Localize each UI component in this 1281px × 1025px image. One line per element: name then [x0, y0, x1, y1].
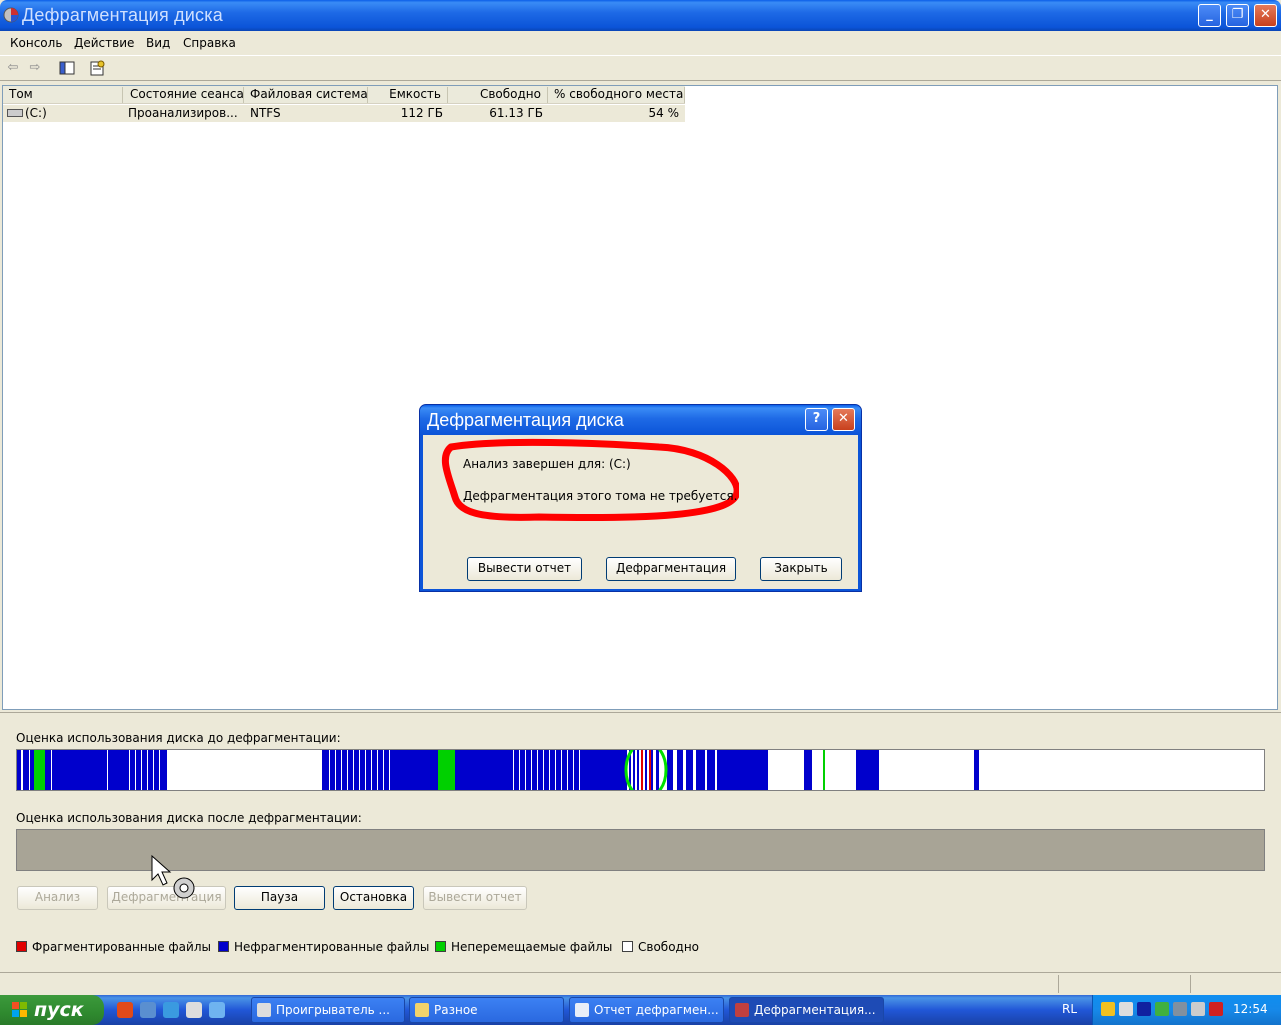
defrag-app-icon	[735, 1003, 749, 1017]
col-filesystem[interactable]: Файловая система	[244, 87, 368, 103]
volume-free-percent: 54 %	[648, 106, 680, 120]
legend-unmovable-label: Неперемещаемые файлы	[451, 940, 613, 954]
status-divider	[1190, 975, 1191, 993]
dialog-close-action-button[interactable]: Закрыть	[760, 557, 842, 581]
col-capacity[interactable]: Емкость	[368, 87, 448, 103]
analysis-complete-dialog: Дефрагментация диска ? ✕ Анализ завершен…	[419, 404, 862, 592]
menu-action[interactable]: Действие	[74, 36, 134, 50]
after-defrag-map	[16, 829, 1265, 871]
legend-unmovable: Неперемещаемые файлы	[435, 940, 612, 954]
player-icon[interactable]	[1137, 1002, 1151, 1016]
before-defrag-label: Оценка использования диска до дефрагмент…	[16, 731, 341, 745]
analyze-button[interactable]: Анализ	[17, 886, 98, 910]
antivirus-icon[interactable]	[1209, 1002, 1223, 1016]
before-defrag-map-graphic	[17, 750, 979, 790]
volume-capacity: 112 ГБ	[400, 106, 443, 120]
menu-console[interactable]: Консоль	[10, 36, 62, 50]
quicklaunch-ie-icon[interactable]	[163, 1002, 179, 1018]
dialog-titlebar[interactable]: Дефрагментация диска ? ✕	[420, 405, 861, 435]
legend-fragmented: Фрагментированные файлы	[16, 940, 211, 954]
contiguous-swatch	[218, 941, 229, 952]
dialog-body: Анализ завершен для: (C:) Дефрагментация…	[423, 435, 858, 589]
clock: 12:54	[1233, 1002, 1268, 1016]
dialog-help-button[interactable]: ?	[805, 408, 828, 431]
media-player-icon	[257, 1003, 271, 1017]
close-window-button[interactable]: ✕	[1254, 4, 1277, 27]
task-media-player[interactable]: Проигрыватель ...	[251, 997, 405, 1023]
dialog-defrag-button[interactable]: Дефрагментация	[606, 557, 736, 581]
col-free[interactable]: Свободно	[448, 87, 548, 103]
legend-contiguous: Нефрагментированные файлы	[218, 940, 429, 954]
shield-icon[interactable]	[1101, 1002, 1115, 1016]
show-hide-tree-icon[interactable]	[58, 60, 76, 76]
legend-fragmented-label: Фрагментированные файлы	[32, 940, 211, 954]
tools-icon[interactable]	[1191, 1002, 1205, 1016]
utility-icon[interactable]	[1155, 1002, 1169, 1016]
no-defrag-needed-text: Дефрагментация этого тома не требуется.	[463, 489, 738, 503]
restore-button[interactable]: ❐	[1226, 4, 1249, 27]
legend-contiguous-label: Нефрагментированные файлы	[234, 940, 430, 954]
start-button[interactable]: пуск	[0, 995, 104, 1025]
start-label: пуск	[34, 999, 84, 1021]
col-volume[interactable]: Том	[3, 87, 123, 103]
status-bar	[0, 972, 1281, 994]
volume-status: Проанализиров...	[128, 106, 238, 120]
analysis-complete-text: Анализ завершен для: (C:)	[463, 457, 631, 471]
taskbar: пуск Проигрыватель ... Разное Отчет дефр…	[0, 995, 1281, 1025]
language-indicator[interactable]: RL	[1062, 1002, 1077, 1016]
busy-cursor-icon	[151, 854, 195, 899]
folder-icon	[415, 1003, 429, 1017]
quicklaunch-opera-icon[interactable]	[117, 1002, 133, 1018]
forward-arrow-icon[interactable]: ⇨	[26, 60, 44, 76]
volume-list[interactable]: Том Состояние сеанса Файловая система Ем…	[2, 85, 1278, 710]
toolbar: ⇦ ⇨	[0, 55, 1281, 81]
col-status[interactable]: Состояние сеанса	[124, 87, 244, 103]
task-label: Разное	[434, 1003, 478, 1017]
task-label: Проигрыватель ...	[276, 1003, 390, 1017]
task-folder[interactable]: Разное	[409, 997, 564, 1023]
pause-button[interactable]: Пауза	[234, 886, 325, 910]
status-divider	[1058, 975, 1059, 993]
task-defrag-report[interactable]: Отчет дефрагмен...	[569, 997, 724, 1023]
menu-view[interactable]: Вид	[146, 36, 170, 50]
volume-filesystem: NTFS	[250, 106, 281, 120]
task-label: Отчет дефрагмен...	[594, 1003, 719, 1017]
legend-free: Свободно	[622, 940, 699, 954]
before-defrag-map	[16, 749, 1265, 791]
volume-name: (C:)	[25, 106, 47, 120]
menu-bar: Консоль Действие Вид Справка	[0, 31, 1281, 55]
after-defrag-label: Оценка использования диска после дефрагм…	[16, 811, 362, 825]
volume-list-header: Том Состояние сеанса Файловая система Ем…	[3, 86, 685, 104]
legend-free-label: Свободно	[638, 940, 700, 954]
task-label: Дефрагментация...	[754, 1003, 876, 1017]
network-icon[interactable]	[1119, 1002, 1133, 1016]
dialog-title: Дефрагментация диска	[427, 410, 624, 430]
stop-button[interactable]: Остановка	[333, 886, 414, 910]
task-defrag[interactable]: Дефрагментация...	[729, 997, 884, 1023]
document-icon	[575, 1003, 589, 1017]
col-free-percent[interactable]: % свободного места	[548, 87, 685, 103]
dialog-report-button[interactable]: Вывести отчет	[467, 557, 582, 581]
quicklaunch-media-icon[interactable]	[186, 1002, 202, 1018]
volume-row[interactable]: (C:) Проанализиров... NTFS 112 ГБ 61.13 …	[3, 105, 685, 122]
hard-drive-icon	[7, 109, 23, 117]
window-titlebar[interactable]: Дефрагментация диска _ ❐ ✕	[0, 0, 1281, 31]
defrag-app-icon	[3, 7, 19, 23]
back-arrow-icon[interactable]: ⇦	[4, 60, 22, 76]
minimize-button[interactable]: _	[1198, 4, 1221, 27]
volume-free: 61.13 ГБ	[489, 106, 543, 120]
volume-icon[interactable]	[1173, 1002, 1187, 1016]
quicklaunch-outlook-icon[interactable]	[140, 1002, 156, 1018]
menu-help[interactable]: Справка	[183, 36, 236, 50]
free-swatch	[622, 941, 633, 952]
fragmented-swatch	[16, 941, 27, 952]
view-report-button[interactable]: Вывести отчет	[423, 886, 527, 910]
unmovable-swatch	[435, 941, 446, 952]
windows-logo-icon	[12, 1002, 27, 1017]
properties-icon[interactable]	[88, 60, 106, 76]
quicklaunch-desktop-icon[interactable]	[209, 1002, 225, 1018]
window-title: Дефрагментация диска	[22, 5, 223, 25]
red-highlight-annotation	[441, 438, 739, 522]
dialog-close-button[interactable]: ✕	[832, 408, 855, 431]
